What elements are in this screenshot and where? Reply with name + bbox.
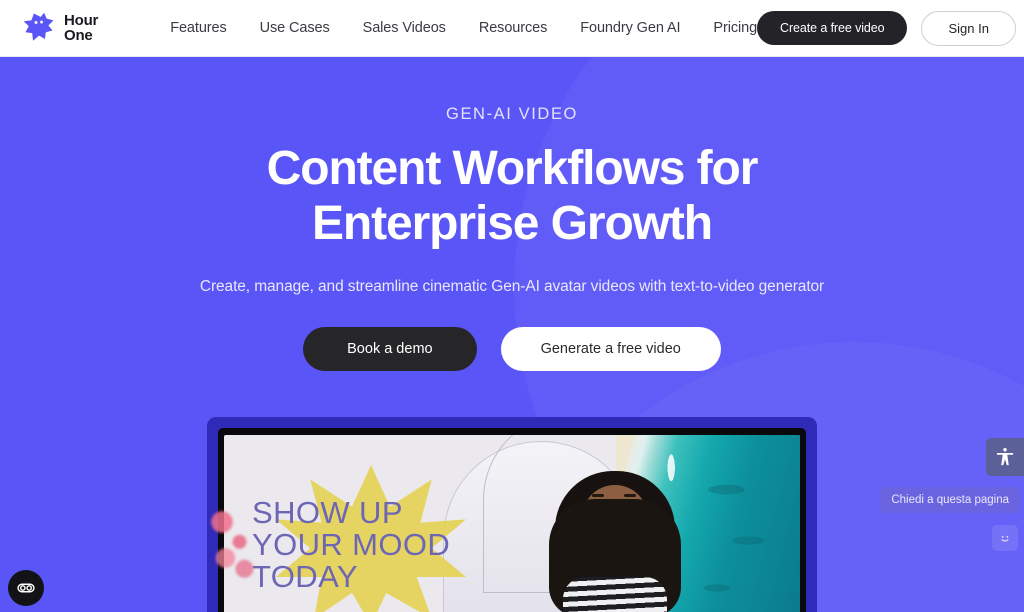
accessibility-person-icon xyxy=(996,448,1014,466)
hero-headline: Content Workflows for Enterprise Growth xyxy=(0,142,1024,251)
page-root: Hour One Features Use Cases Sales Videos… xyxy=(0,0,1024,612)
hero-headline-line-1: Content Workflows for xyxy=(266,142,759,195)
nav-item-pricing[interactable]: Pricing xyxy=(713,20,757,36)
nav-item-use-cases[interactable]: Use Cases xyxy=(260,20,330,36)
slide-headline-line-1: SHOW UP xyxy=(252,495,403,530)
cookie-consent-icon xyxy=(17,583,35,593)
cookie-consent-button[interactable] xyxy=(8,570,44,606)
create-free-video-button[interactable]: Create a free video xyxy=(757,11,908,45)
video-screen: SHOW UP YOUR MOOD TODAY xyxy=(224,435,800,612)
avatar-brow-right xyxy=(624,494,637,497)
ask-page-icon xyxy=(1001,535,1009,542)
main-navigation: Features Use Cases Sales Videos Resource… xyxy=(170,20,757,36)
slide-headline-line-2: YOUR MOOD xyxy=(252,527,451,563)
nav-item-features[interactable]: Features xyxy=(170,20,227,36)
header-actions: Create a free video Sign In xyxy=(757,10,1016,46)
monitor-bezel: SHOW UP YOUR MOOD TODAY xyxy=(218,428,806,612)
hero-eyebrow: GEN-AI VIDEO xyxy=(446,105,578,123)
video-preview-mockup[interactable]: SHOW UP YOUR MOOD TODAY xyxy=(207,417,817,612)
avatar-brow-left xyxy=(592,494,605,497)
slide-headline-line-3: TODAY xyxy=(252,559,358,595)
nav-item-sales-videos[interactable]: Sales Videos xyxy=(363,20,446,36)
slide-headline: SHOW UP YOUR MOOD TODAY xyxy=(252,495,451,595)
site-header: Hour One Features Use Cases Sales Videos… xyxy=(0,0,1024,57)
avatar-torso xyxy=(563,577,668,612)
logo[interactable]: Hour One xyxy=(22,11,98,45)
ask-page-tooltip: Chiedi a questa pagina xyxy=(880,487,1020,513)
logo-line-1: Hour xyxy=(64,11,99,29)
book-a-demo-button[interactable]: Book a demo xyxy=(303,327,477,372)
hero-subheading: Create, manage, and streamline cinematic… xyxy=(199,278,825,296)
nav-item-foundry-gen-ai[interactable]: Foundry Gen AI xyxy=(580,20,680,36)
nav-item-resources[interactable]: Resources xyxy=(479,20,548,36)
ask-page-button[interactable] xyxy=(992,525,1018,551)
generate-free-video-button[interactable]: Generate a free video xyxy=(500,327,721,372)
hero-section: GEN-AI VIDEO Content Workflows for Enter… xyxy=(0,57,1024,612)
avatar-presenter xyxy=(549,465,682,612)
accessibility-button[interactable] xyxy=(986,438,1024,476)
logo-text: Hour One xyxy=(64,11,99,44)
hero-cta-row: Book a demo Generate a free video xyxy=(0,327,1024,372)
hero-content: GEN-AI VIDEO Content Workflows for Enter… xyxy=(0,105,1024,372)
sign-in-button[interactable]: Sign In xyxy=(921,10,1016,46)
hero-headline-line-2: Enterprise Growth xyxy=(311,196,713,250)
hour-one-star-logo-icon xyxy=(23,12,54,41)
logo-line-2: One xyxy=(64,27,93,44)
